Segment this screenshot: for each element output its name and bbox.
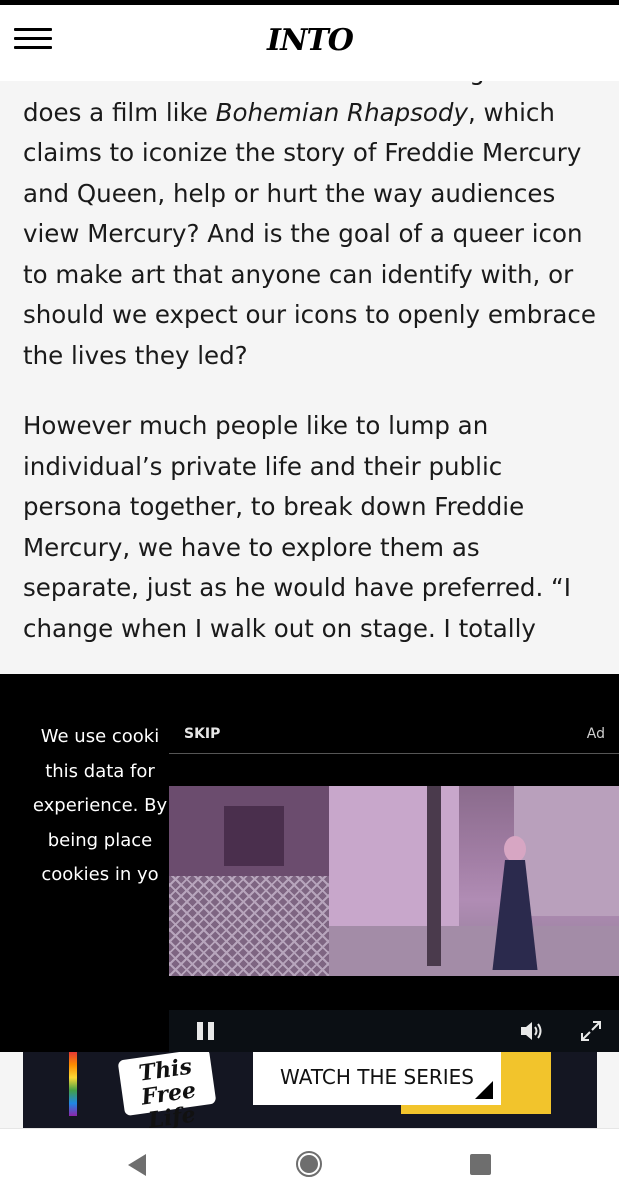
volume-icon[interactable] (519, 1019, 547, 1043)
recent-apps-square-icon[interactable] (470, 1154, 491, 1175)
article-paragraph: Rami Malek said before the screening. Bu… (23, 52, 603, 376)
article-paragraph: However much people like to lump an indi… (23, 411, 571, 643)
banner-logo: This Free Life (117, 1052, 217, 1128)
video-sidewalk (319, 926, 619, 976)
home-circle-icon[interactable] (296, 1151, 322, 1177)
video-controls (169, 1010, 619, 1052)
fullscreen-icon[interactable] (579, 1019, 603, 1043)
ad-top-bar: SKIP Ad (169, 720, 619, 754)
video-ad-player[interactable]: SKIP Ad (169, 674, 619, 1052)
video-fence (169, 876, 329, 976)
site-logo[interactable]: INTO (250, 19, 370, 63)
cta-corner-icon (475, 1081, 493, 1099)
video-pole (427, 786, 441, 966)
ad-label: Ad (586, 726, 605, 742)
watch-series-button[interactable]: WATCH THE SERIES (253, 1052, 501, 1105)
paragraph-text: , which claims to iconize the story of F… (23, 97, 596, 370)
film-title: Bohemian Rhapsody (215, 97, 468, 127)
hamburger-menu-icon[interactable] (14, 26, 54, 52)
video-person (484, 836, 546, 976)
cookie-ad-overlay: We use cooki this data for experience. B… (0, 674, 619, 1052)
android-nav-bar (0, 1128, 619, 1200)
article-body: Rami Malek said before the screening. Bu… (23, 52, 603, 679)
rainbow-stripe (69, 1052, 77, 1116)
promo-banner[interactable]: This Free Life WATCH THE SERIES (23, 1052, 597, 1128)
skip-ad-button[interactable]: SKIP (184, 726, 220, 742)
video-frame[interactable] (169, 786, 619, 976)
pause-icon[interactable] (197, 1022, 215, 1040)
watch-series-label: WATCH THE SERIES (280, 1065, 474, 1089)
site-header: INTO (0, 5, 619, 81)
back-triangle-icon[interactable] (126, 1153, 148, 1177)
